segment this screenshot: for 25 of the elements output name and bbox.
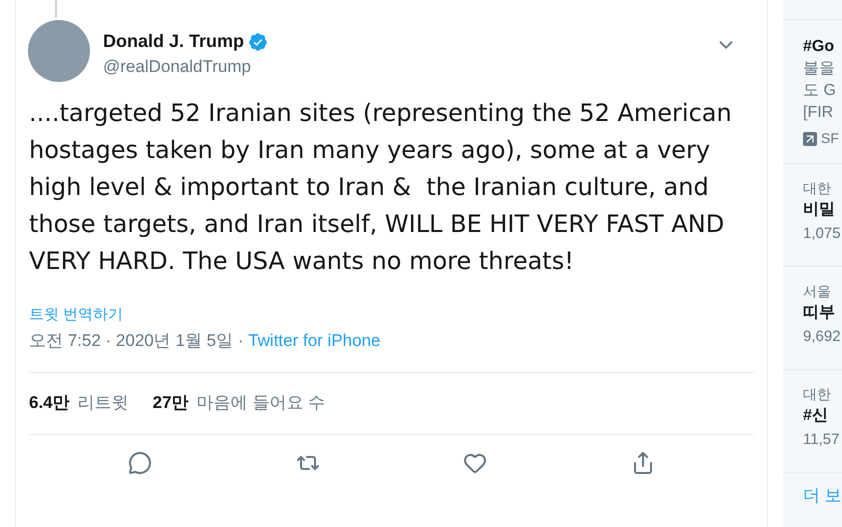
promoted-label: SF xyxy=(821,129,839,148)
trend-title[interactable]: #Go xyxy=(803,36,842,58)
trend-title[interactable]: 띠부 xyxy=(803,301,842,325)
stat-count[interactable]: 27만 xyxy=(152,390,189,416)
trend-description: 불을 xyxy=(803,59,836,79)
stat-count[interactable]: 6.4만 xyxy=(29,390,70,416)
stat-label[interactable]: 마음에 들어요 수 xyxy=(196,390,326,416)
promoted-icon xyxy=(803,132,817,146)
trend-count: 9,692 xyxy=(803,327,842,347)
stat-label[interactable]: 리트윗 xyxy=(78,390,129,416)
trend-count: 11,57 xyxy=(803,430,840,450)
trend-context: 대한 xyxy=(803,179,832,198)
trend-context: 서울 xyxy=(803,282,832,301)
reply-icon[interactable] xyxy=(128,450,152,474)
thread-line xyxy=(55,0,57,18)
tweet-text: ....targeted 52 Iranian sites (representing the 52 American hostages taken by Iran many years ago), some at a very high level & important to Iran & the Iranian culture, and those targets, and Iran itself, WILL BE HIT VERY FAST AND VERY HARD. The USA wants no more threats! xyxy=(28,98,733,277)
trend-count: 1,075 xyxy=(803,224,842,244)
user-handle[interactable]: @realDonaldTrump xyxy=(103,55,268,79)
trend-description: 도 G xyxy=(803,81,837,101)
tweet-timestamp: 오전 7:52 · 2020년 1월 5일 · xyxy=(29,330,244,352)
user-name[interactable]: Donald J. Trump xyxy=(103,28,244,55)
trend-title[interactable]: #신 xyxy=(803,404,842,428)
trend-title[interactable]: 비밀 xyxy=(803,198,842,222)
trend-description: [FIR xyxy=(803,103,834,123)
trend-context: 대한 xyxy=(803,385,832,404)
